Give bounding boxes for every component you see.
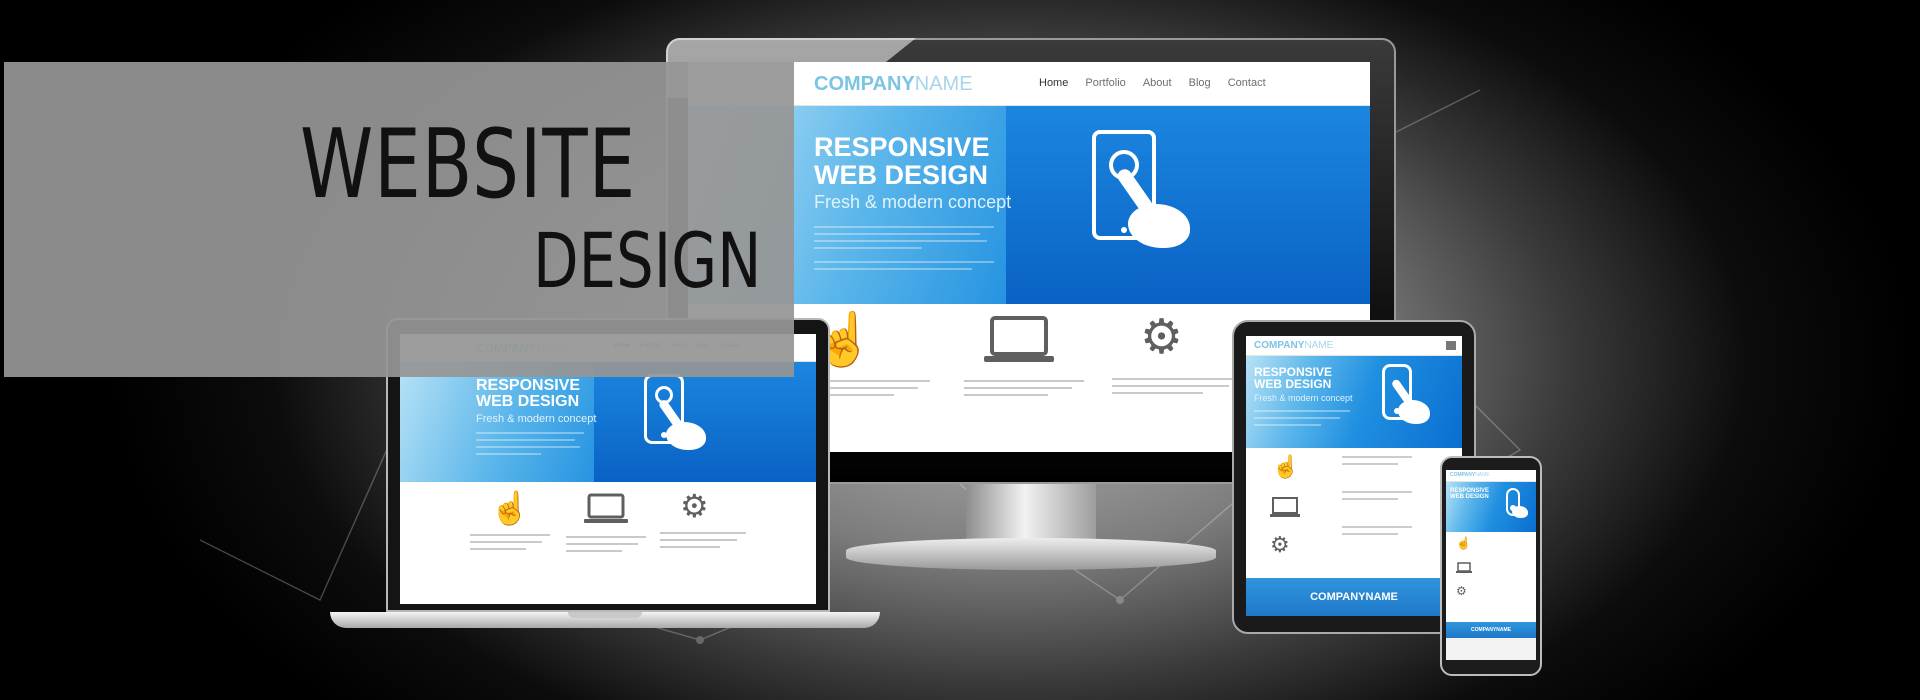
tablet-site-header: COMPANYNAME xyxy=(1246,336,1462,356)
hero-body-text xyxy=(814,226,994,275)
monitor-stand-base xyxy=(846,538,1216,570)
laptop-hero-title-line2: WEB DESIGN xyxy=(476,393,580,411)
hero-dark-panel xyxy=(1006,106,1370,304)
feature-laptop xyxy=(964,314,1084,401)
tablet-laptop-icon xyxy=(1270,497,1300,517)
tablet-pointer-hand-icon: ☝ xyxy=(1272,454,1300,479)
tablet-footer-brand: COMPANYNAME xyxy=(1310,591,1398,603)
site-logo[interactable]: COMPANYNAME xyxy=(814,73,973,96)
hero-subtitle: Fresh & modern concept xyxy=(814,192,1012,212)
tablet-site-logo[interactable]: COMPANYNAME xyxy=(1254,340,1333,351)
laptop-laptop-icon xyxy=(584,493,628,523)
phone-logo-name-text: NAME xyxy=(1475,472,1490,478)
nav-contact[interactable]: Contact xyxy=(1228,77,1266,89)
laptop-hero-title-line1: RESPONSIVE xyxy=(476,377,581,394)
laptop-hero-title: RESPONSIVE WEB DESIGN xyxy=(476,377,581,411)
hero-title: RESPONSIVE WEB DESIGN xyxy=(814,132,990,190)
nav-blog[interactable]: Blog xyxy=(1189,77,1211,89)
phone-hero-title-line2: WEB DESIGN xyxy=(1450,494,1489,501)
gears-icon: ⚙ xyxy=(1140,311,1184,364)
site-nav: Home Portfolio About Blog Contact xyxy=(1039,77,1266,89)
laptop-gears-icon: ⚙ xyxy=(680,488,709,524)
tablet-logo-name-text: NAME xyxy=(1304,340,1334,351)
headline-design: DESIGN xyxy=(533,216,762,305)
smartphone: COMPANYNAME RESPONSIVE WEB DESIGN ☝ ⚙ CO… xyxy=(1440,456,1542,676)
phone-hero-section: RESPONSIVE WEB DESIGN xyxy=(1446,482,1536,532)
tablet-features-list: ☝ ⚙ xyxy=(1246,448,1462,578)
feature-settings: ⚙ xyxy=(1112,314,1242,399)
phone-bottom-card xyxy=(1446,638,1536,660)
tablet-hero-body-text xyxy=(1254,410,1350,431)
tablet-gears-icon: ⚙ xyxy=(1270,532,1290,557)
tablet-hero-section: RESPONSIVE WEB DESIGN Fresh & modern con… xyxy=(1246,356,1462,448)
tablet-menu-icon[interactable] xyxy=(1446,341,1456,350)
nav-about[interactable]: About xyxy=(1143,77,1172,89)
laptop-hero-section: RESPONSIVE WEB DESIGN Fresh & modern con… xyxy=(400,362,816,482)
logo-company-text: COMPANY xyxy=(814,73,915,95)
headline-website: WEBSITE xyxy=(300,110,637,220)
laptop-feature-laptop xyxy=(566,492,646,557)
hero-title-line1: RESPONSIVE xyxy=(814,132,990,162)
phone-hero-title: RESPONSIVE WEB DESIGN xyxy=(1450,488,1489,500)
laptop-hero-body-text xyxy=(476,432,584,460)
phone-laptop-icon xyxy=(1456,562,1472,573)
phone-logo-company-text: COMPANY xyxy=(1450,472,1476,478)
nav-home[interactable]: Home xyxy=(1039,77,1068,89)
phone-site-header: COMPANYNAME xyxy=(1446,470,1536,482)
laptop-icon xyxy=(984,316,1054,362)
phone-site-logo[interactable]: COMPANYNAME xyxy=(1450,472,1490,478)
tablet-hero-title-line2: WEB DESIGN xyxy=(1254,377,1332,392)
hero-title-line2: WEB DESIGN xyxy=(814,159,989,190)
logo-name-text: NAME xyxy=(914,73,973,95)
laptop-feature-settings: ⚙ xyxy=(660,490,746,553)
phone-footer-brand: COMPANYNAME xyxy=(1471,627,1511,633)
tablet-screen: COMPANYNAME RESPONSIVE WEB DESIGN Fresh … xyxy=(1246,336,1462,616)
phone-footer: COMPANYNAME xyxy=(1446,622,1536,638)
tablet-hero-title: RESPONSIVE WEB DESIGN xyxy=(1254,366,1332,392)
phone-screen: COMPANYNAME RESPONSIVE WEB DESIGN ☝ ⚙ CO… xyxy=(1446,470,1536,660)
tablet-logo-company-text: COMPANY xyxy=(1254,340,1305,351)
nav-portfolio[interactable]: Portfolio xyxy=(1085,77,1125,89)
laptop-feature-touch: ☝ xyxy=(470,492,550,555)
laptop-features-row: ☝ ⚙ xyxy=(400,482,816,604)
tablet-feature-text xyxy=(1342,456,1412,540)
phone-gears-icon: ⚙ xyxy=(1456,584,1467,598)
laptop-pointer-hand-icon: ☝ xyxy=(490,490,530,526)
tablet-footer: COMPANYNAME xyxy=(1246,578,1462,616)
laptop-hero-dark-panel xyxy=(594,362,816,482)
laptop-notch xyxy=(568,612,642,618)
phone-pointer-hand-icon: ☝ xyxy=(1456,536,1471,550)
tablet-hero-subtitle: Fresh & modern concept xyxy=(1254,393,1353,403)
phone-features-list: ☝ ⚙ xyxy=(1446,532,1536,622)
laptop-hero-subtitle: Fresh & modern concept xyxy=(476,413,597,425)
